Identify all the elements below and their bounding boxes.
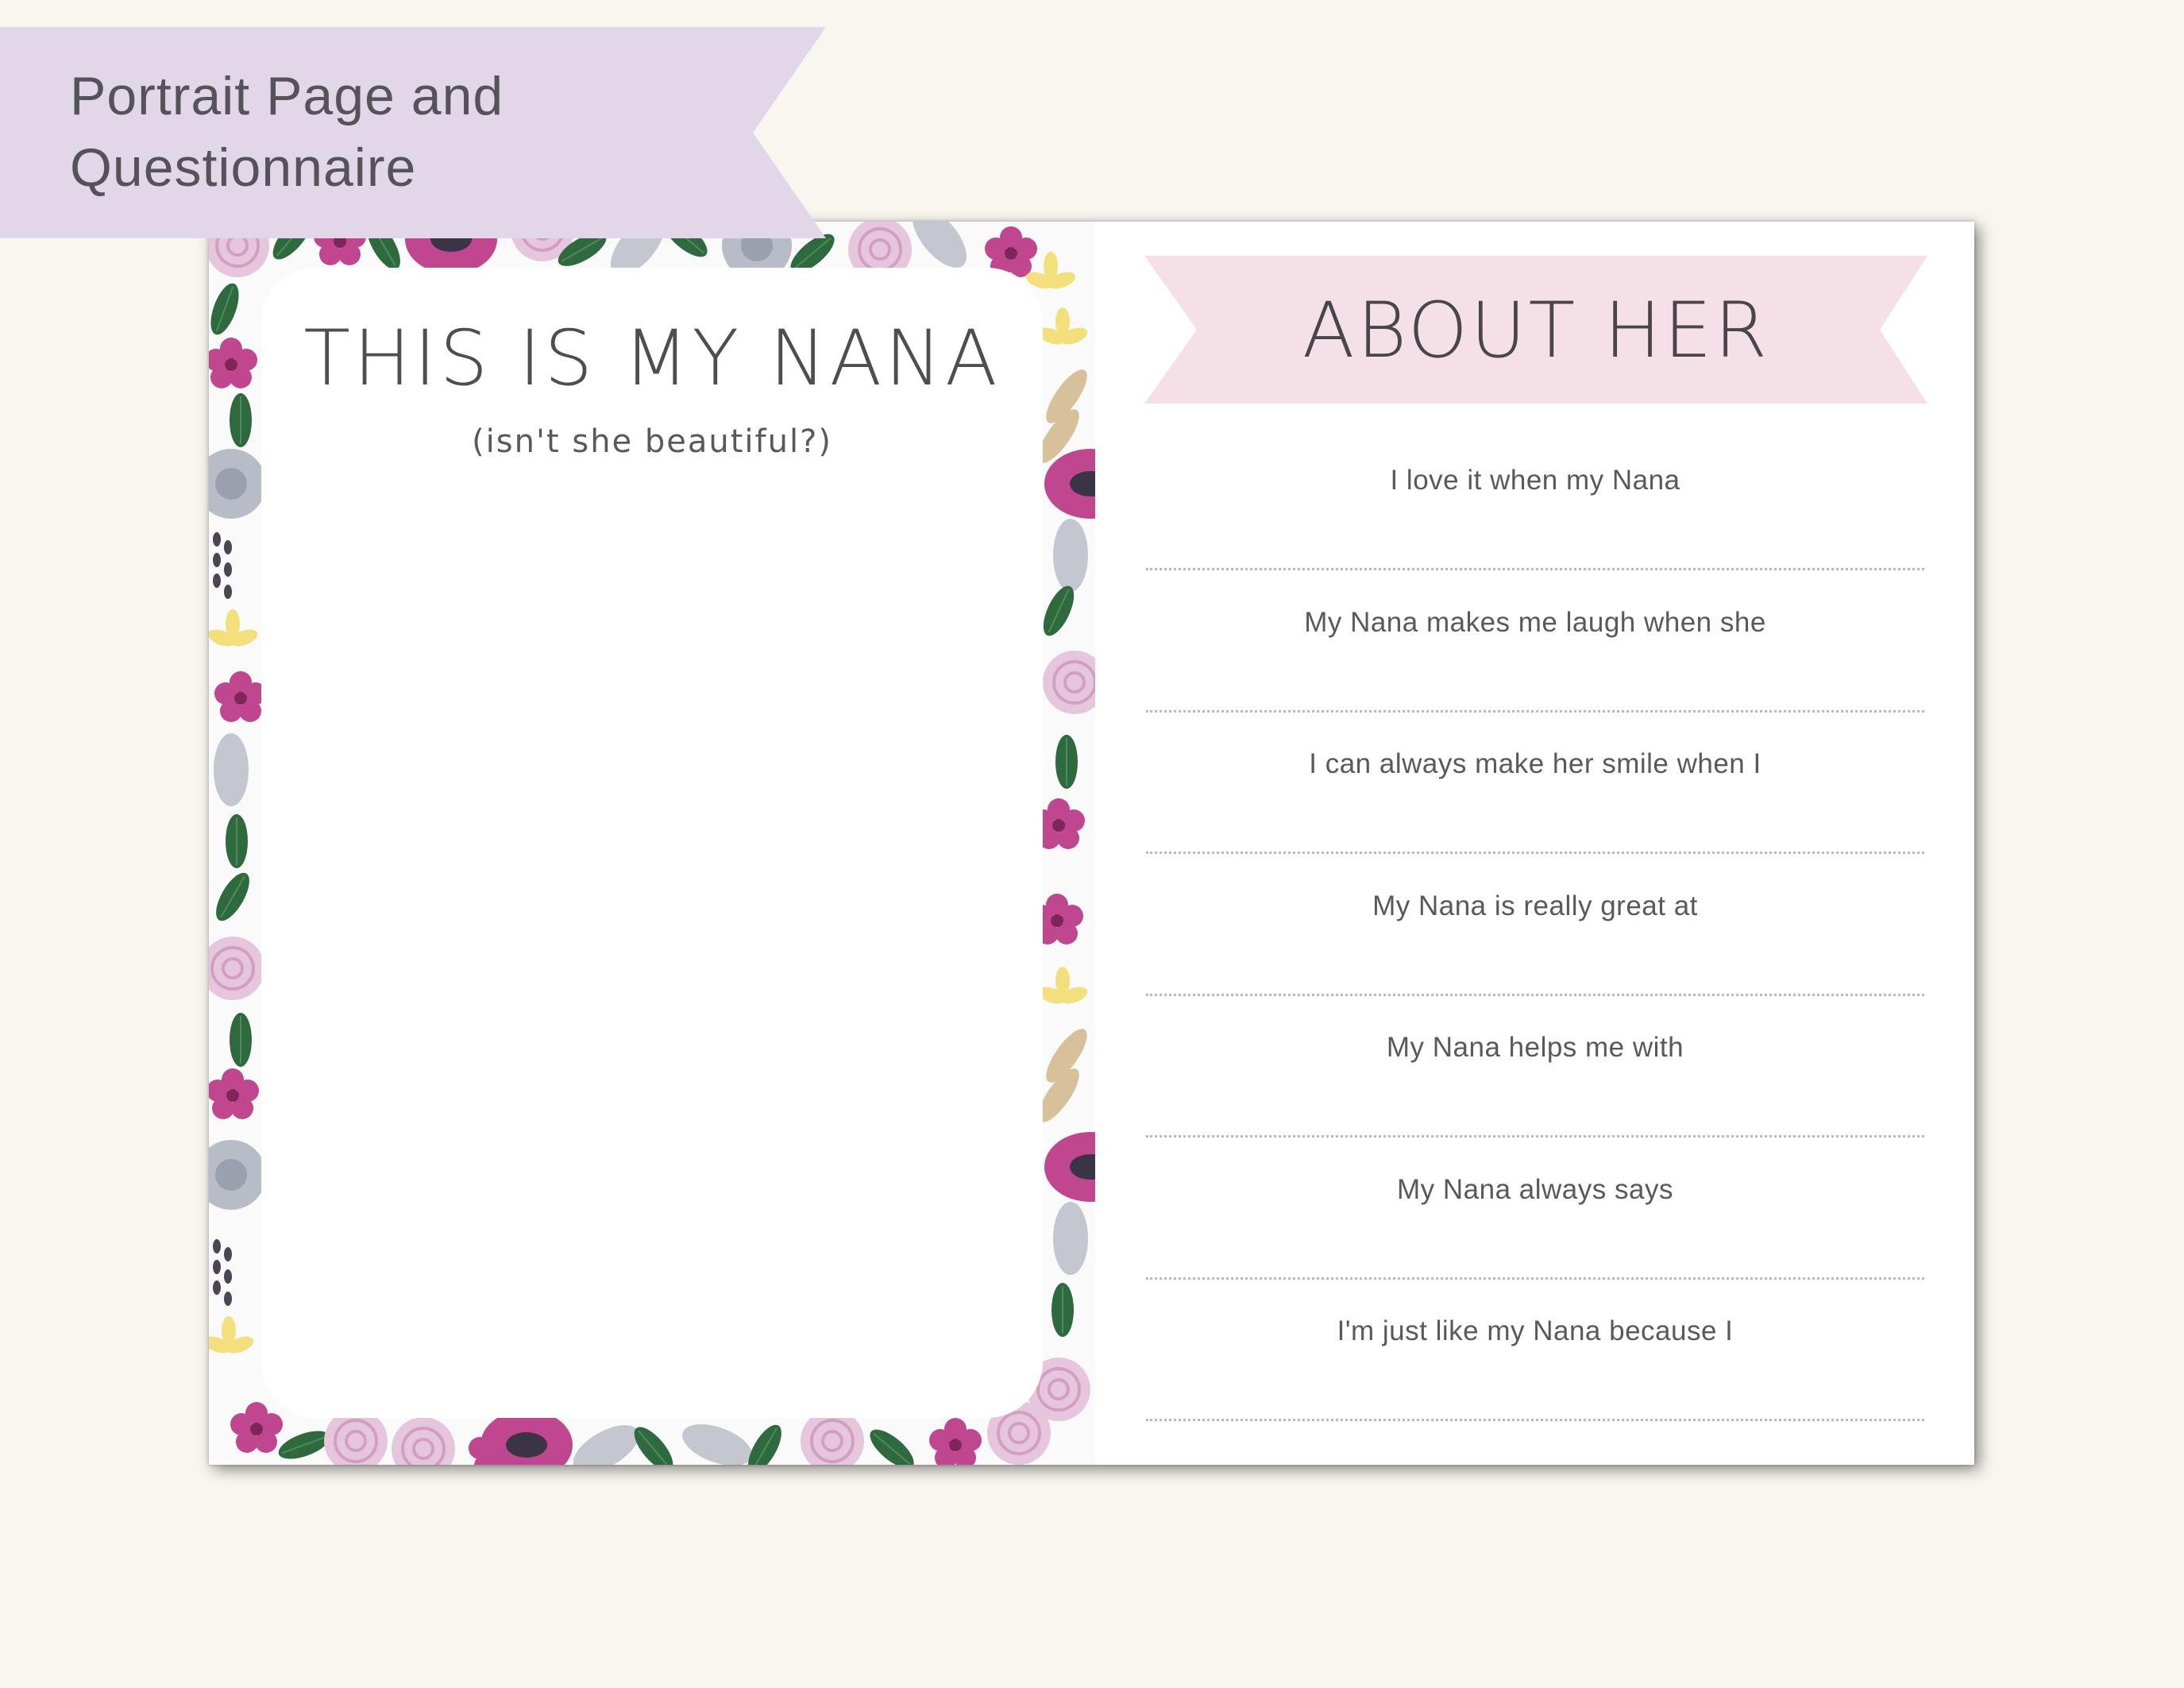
answer-line[interactable] — [1146, 710, 1924, 713]
answer-line[interactable] — [1146, 852, 1924, 854]
answer-line[interactable] — [1146, 1135, 1924, 1138]
corner-banner-line-2: Questionnaire — [70, 137, 417, 198]
questionnaire-page: ABOUT HER I love it when my Nana My Nana… — [1095, 222, 1974, 1465]
printable-spread: THIS IS MY NANA (isn't she beautiful?) A… — [209, 222, 1974, 1465]
question-prompt: I love it when my Nana — [1390, 465, 1680, 496]
question-prompt: I'm just like my Nana because I — [1337, 1315, 1734, 1346]
answer-line[interactable] — [1146, 1419, 1924, 1421]
corner-ribbon-banner: Portrait Page and Questionnaire — [0, 27, 826, 238]
answer-line[interactable] — [1146, 1277, 1924, 1280]
photo-drawing-area[interactable] — [309, 490, 995, 1380]
about-her-banner: ABOUT HER — [1144, 256, 1927, 404]
corner-banner-text: Portrait Page and Questionnaire — [70, 60, 578, 203]
portrait-subtitle: (isn't she beautiful?) — [472, 423, 832, 460]
question-prompt: My Nana helps me with — [1386, 1032, 1684, 1063]
question-prompt: My Nana makes me laugh when she — [1304, 607, 1766, 638]
question-prompt: My Nana always says — [1397, 1174, 1673, 1205]
answer-line[interactable] — [1146, 568, 1924, 570]
portrait-page: THIS IS MY NANA (isn't she beautiful?) — [209, 222, 1095, 1465]
corner-banner-line-1: Portrait Page and — [70, 66, 504, 126]
portrait-photo-frame: THIS IS MY NANA (isn't she beautiful?) — [261, 268, 1043, 1418]
question-prompt: I can always make her smile when I — [1309, 748, 1761, 779]
portrait-title: THIS IS MY NANA — [303, 314, 1001, 403]
question-prompt: My Nana is really great at — [1372, 890, 1698, 921]
about-her-title: ABOUT HER — [1302, 286, 1770, 375]
answer-line[interactable] — [1146, 994, 1924, 996]
